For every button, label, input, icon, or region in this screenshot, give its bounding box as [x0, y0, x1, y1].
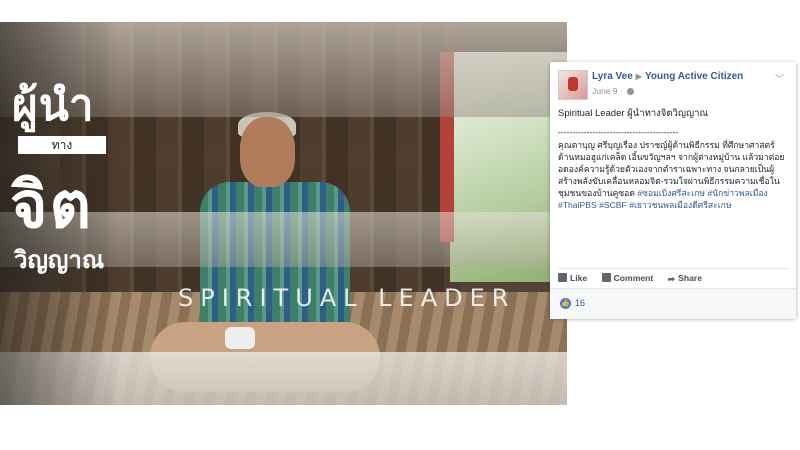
- post-body: Spiritual Leader ผู้นำทางจิตวิญญาณ -----…: [558, 108, 790, 211]
- hashtag-link[interactable]: #ซอมเบิ่งศรีสะเกษ: [637, 188, 705, 198]
- reaction-count-link[interactable]: 16: [575, 298, 585, 308]
- post-divider: ----------------------------------------…: [558, 127, 679, 137]
- like-button[interactable]: Like: [558, 273, 587, 283]
- right-arrow-icon: ▶: [635, 72, 642, 81]
- hands-holding-cloth: [225, 327, 255, 349]
- chevron-down-icon[interactable]: ﹀: [775, 72, 784, 85]
- post-date-link[interactable]: June 9: [592, 86, 618, 96]
- page-name-link[interactable]: Young Active Citizen: [645, 71, 743, 82]
- feature-photo: ผู้นำ ทาง จิต วิญญาณ SPIRITUAL LEADER: [0, 22, 567, 405]
- like-reaction-icon: 👍: [560, 298, 571, 309]
- post-meta: June 9 ·: [592, 86, 635, 96]
- share-label: Share: [678, 273, 703, 283]
- post-byline: Lyra Vee ▶ Young Active Citizen: [592, 71, 743, 82]
- title-thai-line3: วิญญาณ: [14, 246, 105, 274]
- comment-button[interactable]: Comment: [601, 273, 654, 283]
- like-label: Like: [570, 273, 588, 283]
- thumbs-up-icon: [558, 273, 567, 282]
- reactions-bar: 👍 16: [550, 288, 796, 319]
- globe-icon: [627, 88, 635, 96]
- person-head: [240, 117, 295, 187]
- post-title: Spiritual Leader ผู้นำทางจิตวิญญาณ: [558, 108, 709, 119]
- facebook-post: Lyra Vee ▶ Young Active Citizen June 9 · ﹀…: [550, 62, 796, 319]
- hashtag-link[interactable]: #นักข่าวพลเมือง: [707, 188, 767, 198]
- comment-label: Comment: [613, 273, 654, 283]
- title-english: SPIRITUAL LEADER: [178, 284, 516, 312]
- share-arrow-icon: ➦: [667, 274, 676, 284]
- author-avatar[interactable]: [558, 70, 588, 100]
- hashtag-link[interactable]: #ThaiPBS: [558, 200, 597, 210]
- hashtag-link[interactable]: #เยาวชนพลเมืองดีศรีสะเกษ: [629, 200, 731, 210]
- title-thai-line1: ผู้นำ: [12, 80, 95, 131]
- post-paragraph: คุณตาบุญ ศรีบุญเรือง ปราชญ์ผู้ด้านพิธีกร…: [558, 139, 790, 211]
- comment-icon: [601, 273, 611, 282]
- title-thai-tag: ทาง: [18, 136, 106, 154]
- hashtag-link[interactable]: #SCBF: [599, 200, 627, 210]
- share-button[interactable]: ➦ Share: [668, 273, 702, 285]
- post-header: Lyra Vee ▶ Young Active Citizen June 9 · ﹀: [558, 70, 788, 100]
- author-name-link[interactable]: Lyra Vee: [592, 71, 633, 82]
